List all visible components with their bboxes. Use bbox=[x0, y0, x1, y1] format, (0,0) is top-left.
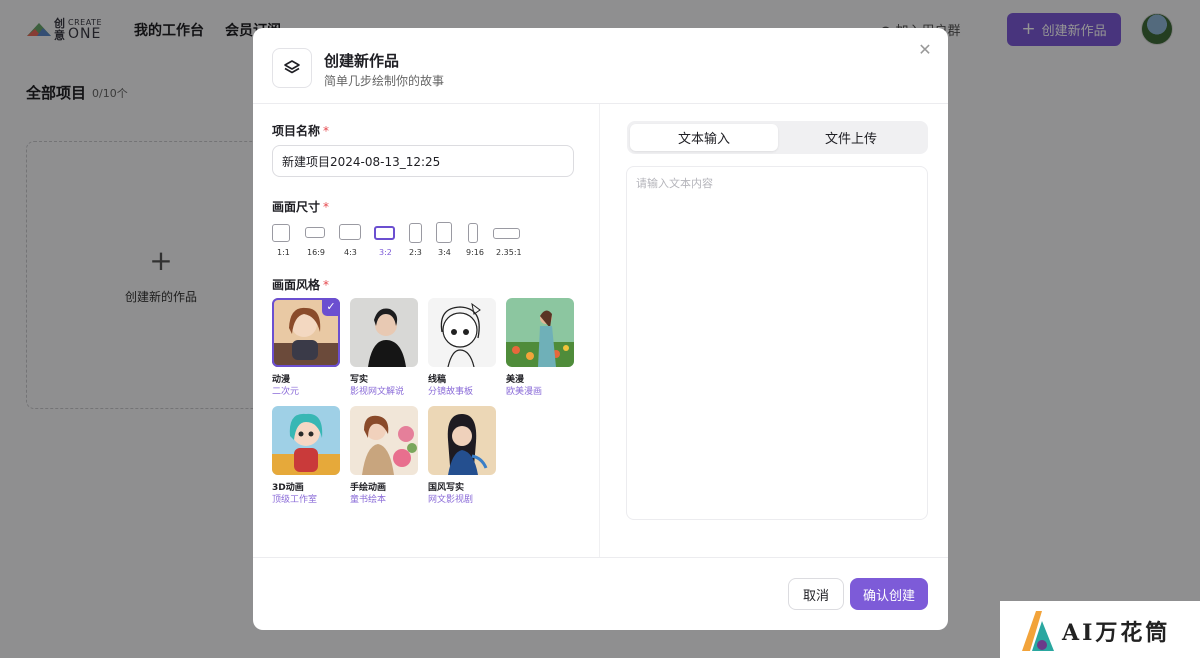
style-description: 网文影视剧 bbox=[428, 495, 474, 505]
style-card-hand-drawn[interactable]: 手绘动画 童书绘本 bbox=[350, 406, 418, 506]
ratio-label: 3:2 bbox=[379, 248, 392, 257]
canvas-style-label: 画面风格 * bbox=[272, 276, 329, 293]
style-description: 影视网文解说 bbox=[350, 387, 405, 397]
ratio-label: 3:4 bbox=[438, 248, 451, 257]
style-card-3d-animation[interactable]: 3D动画 顶级工作室 bbox=[272, 406, 340, 506]
style-card-line-art[interactable]: 线稿 分镜故事板 bbox=[428, 298, 496, 398]
close-icon[interactable]: ✕ bbox=[917, 42, 933, 58]
canvas-size-label: 画面尺寸 * bbox=[272, 198, 329, 215]
ratio-shape bbox=[339, 224, 361, 240]
modal-subtitle: 简单几步绘制你的故事 bbox=[324, 74, 445, 88]
ratio-label: 2:3 bbox=[409, 248, 422, 257]
ratio-option-3-4[interactable]: 3:4 bbox=[436, 222, 466, 258]
style-thumbnail bbox=[428, 298, 496, 367]
tab-file-upload[interactable]: 文件上传 bbox=[777, 124, 925, 151]
watermark: AI万花筒 bbox=[1000, 601, 1200, 658]
watermark-text: AI万花筒 bbox=[1062, 620, 1171, 646]
modal-title: 创建新作品 bbox=[324, 52, 400, 70]
style-thumbnail bbox=[428, 406, 496, 475]
ratio-label: 1:1 bbox=[277, 248, 290, 257]
canvas-size-label-text: 画面尺寸 bbox=[272, 200, 321, 214]
project-name-input[interactable] bbox=[272, 145, 574, 177]
ratio-option-2-3[interactable]: 2:3 bbox=[409, 222, 439, 258]
style-thumbnail: ✓ bbox=[272, 298, 340, 367]
confirm-create-button[interactable]: 确认创建 bbox=[850, 578, 928, 610]
ratio-label: 4:3 bbox=[344, 248, 357, 257]
watermark-logo-icon bbox=[1022, 611, 1054, 651]
input-mode-tabs: 文本输入 文件上传 bbox=[627, 121, 928, 154]
create-work-modal: 创建新作品 简单几步绘制你的故事 ✕ 项目名称* 画面尺寸* 1:116:94:… bbox=[253, 28, 948, 630]
required-mark: * bbox=[323, 200, 330, 214]
style-thumbnail bbox=[272, 406, 340, 475]
style-description: 童书绘本 bbox=[350, 495, 387, 505]
ratio-shape bbox=[468, 223, 478, 243]
ratio-label: 2.35:1 bbox=[496, 248, 522, 257]
style-thumbnail bbox=[350, 406, 418, 475]
ratio-label: 9:16 bbox=[466, 248, 484, 257]
style-card-american-comic[interactable]: 美漫 欧美漫画 bbox=[506, 298, 574, 398]
modal-header: 创建新作品 简单几步绘制你的故事 ✕ bbox=[253, 28, 948, 104]
style-thumbnail bbox=[506, 298, 574, 367]
ratio-shape bbox=[493, 228, 520, 239]
story-text-input[interactable] bbox=[626, 166, 928, 520]
modal-footer: 取消 确认创建 bbox=[253, 557, 948, 630]
style-description: 顶级工作室 bbox=[272, 495, 318, 505]
cancel-button[interactable]: 取消 bbox=[788, 578, 844, 610]
tab-text-input[interactable]: 文本输入 bbox=[630, 124, 778, 151]
ratio-label: 16:9 bbox=[307, 248, 325, 257]
style-description: 欧美漫画 bbox=[506, 387, 543, 397]
check-icon: ✓ bbox=[322, 298, 340, 316]
canvas-style-label-text: 画面风格 bbox=[272, 278, 321, 292]
required-mark: * bbox=[323, 278, 330, 292]
ratio-option-16-9[interactable]: 16:9 bbox=[305, 222, 335, 258]
ratio-shape bbox=[409, 223, 422, 243]
ratio-option-3-2[interactable]: 3:2 bbox=[374, 222, 404, 258]
style-card-realistic[interactable]: 写实 影视网文解说 bbox=[350, 298, 418, 398]
layers-icon bbox=[272, 48, 312, 88]
ratio-shape bbox=[374, 226, 395, 240]
ratio-shape bbox=[305, 227, 325, 238]
project-name-label: 项目名称 * bbox=[272, 122, 329, 139]
style-thumbnail bbox=[350, 298, 418, 367]
column-divider bbox=[599, 104, 600, 558]
required-mark: * bbox=[323, 124, 330, 138]
ratio-option-2-35-1[interactable]: 2.35:1 bbox=[493, 222, 523, 258]
ratio-shape bbox=[436, 222, 452, 243]
style-description: 分镜故事板 bbox=[428, 387, 474, 397]
style-description: 二次元 bbox=[272, 387, 300, 397]
ratio-shape bbox=[272, 224, 290, 242]
style-card-anime[interactable]: ✓ 动漫 二次元 bbox=[272, 298, 340, 398]
style-card-chinese-realistic[interactable]: 国风写实 网文影视剧 bbox=[428, 406, 496, 506]
ratio-option-4-3[interactable]: 4:3 bbox=[339, 222, 369, 258]
ratio-option-1-1[interactable]: 1:1 bbox=[272, 222, 302, 258]
project-name-label-text: 项目名称 bbox=[272, 124, 321, 138]
